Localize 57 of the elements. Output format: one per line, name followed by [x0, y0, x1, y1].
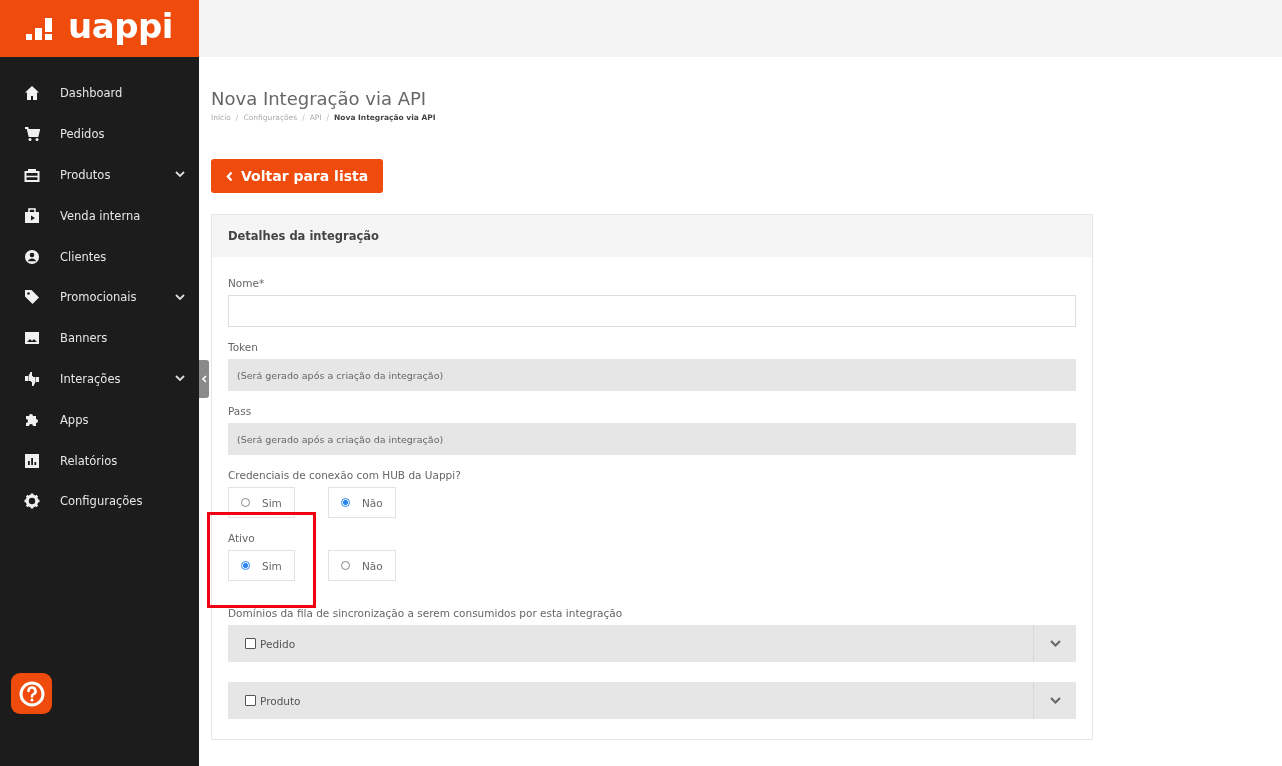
page-title: Nova Integração via API — [211, 87, 428, 111]
nav-item[interactable]: Venda interna — [0, 195, 199, 237]
radio-option[interactable]: Não — [328, 550, 396, 581]
help-button[interactable] — [11, 673, 52, 714]
radio-button[interactable] — [241, 498, 250, 507]
chevron-down-icon — [1049, 640, 1061, 647]
chevron-left-icon — [226, 170, 233, 182]
bar-chart-icon — [24, 452, 40, 469]
field-label: Pass — [228, 405, 253, 417]
nav-item[interactable]: Banners — [0, 317, 199, 359]
logo-text: uappi — [68, 8, 173, 43]
checkbox-option[interactable]: Pedido — [245, 637, 296, 650]
puzzle-icon — [24, 411, 40, 428]
nav-item[interactable]: Apps — [0, 399, 199, 441]
collapse-sidebar-button[interactable] — [199, 360, 209, 398]
nav-item[interactable]: Dashboard — [0, 73, 199, 114]
nav-item[interactable]: Promocionais — [0, 277, 199, 318]
field-label: Domínios da fila de sincronização a serem consumidos por esta integração — [228, 607, 624, 619]
question-icon — [18, 680, 45, 707]
input-field: (Será gerado após a criação da integração) — [228, 423, 1076, 455]
card-title: Detalhes da integração — [212, 215, 1092, 257]
radio-option[interactable]: Sim — [228, 487, 295, 518]
radio-option[interactable]: Não — [328, 487, 396, 518]
nav-item[interactable]: Clientes — [0, 236, 199, 277]
input-field: (Será gerado após a criação da integração) — [228, 359, 1076, 391]
nav-item[interactable]: Produtos — [0, 154, 199, 196]
chevron-left-icon — [201, 375, 207, 383]
cart-icon — [24, 126, 40, 143]
briefcase-icon — [24, 207, 40, 224]
field-label: Nome* — [228, 277, 266, 289]
nav-item[interactable]: Interações — [0, 358, 199, 400]
home-icon — [24, 85, 40, 102]
thumbs-icon — [24, 370, 40, 387]
gear-icon — [24, 493, 40, 510]
nav-item[interactable]: Relatórios — [0, 440, 199, 481]
back-button[interactable]: Voltar para lista — [211, 159, 384, 193]
checkbox-option[interactable]: Produto — [245, 694, 301, 707]
radio-button[interactable] — [341, 498, 350, 507]
nav-item[interactable]: Pedidos — [0, 113, 199, 155]
nav-item[interactable]: Configurações — [0, 480, 199, 522]
checkbox[interactable] — [245, 695, 256, 706]
dropdown-field[interactable]: Produto — [228, 682, 1076, 719]
logo[interactable]: uappi — [0, 0, 199, 57]
radio-option[interactable]: Sim — [228, 550, 295, 581]
field-label: Credenciais de conexão com HUB da Uappi? — [228, 469, 462, 481]
radio-button[interactable] — [241, 561, 250, 570]
input-field[interactable] — [228, 295, 1076, 327]
user-circle-icon — [24, 248, 40, 265]
field-label: Token — [228, 341, 259, 353]
image-icon — [24, 330, 40, 347]
field-label: Ativo — [228, 532, 256, 544]
dropdown-field[interactable]: Pedido — [228, 625, 1076, 662]
box-icon — [24, 167, 40, 183]
radio-button[interactable] — [341, 561, 350, 570]
checkbox[interactable] — [245, 638, 256, 649]
chevron-down-icon — [1049, 697, 1061, 704]
tag-icon — [24, 289, 40, 306]
